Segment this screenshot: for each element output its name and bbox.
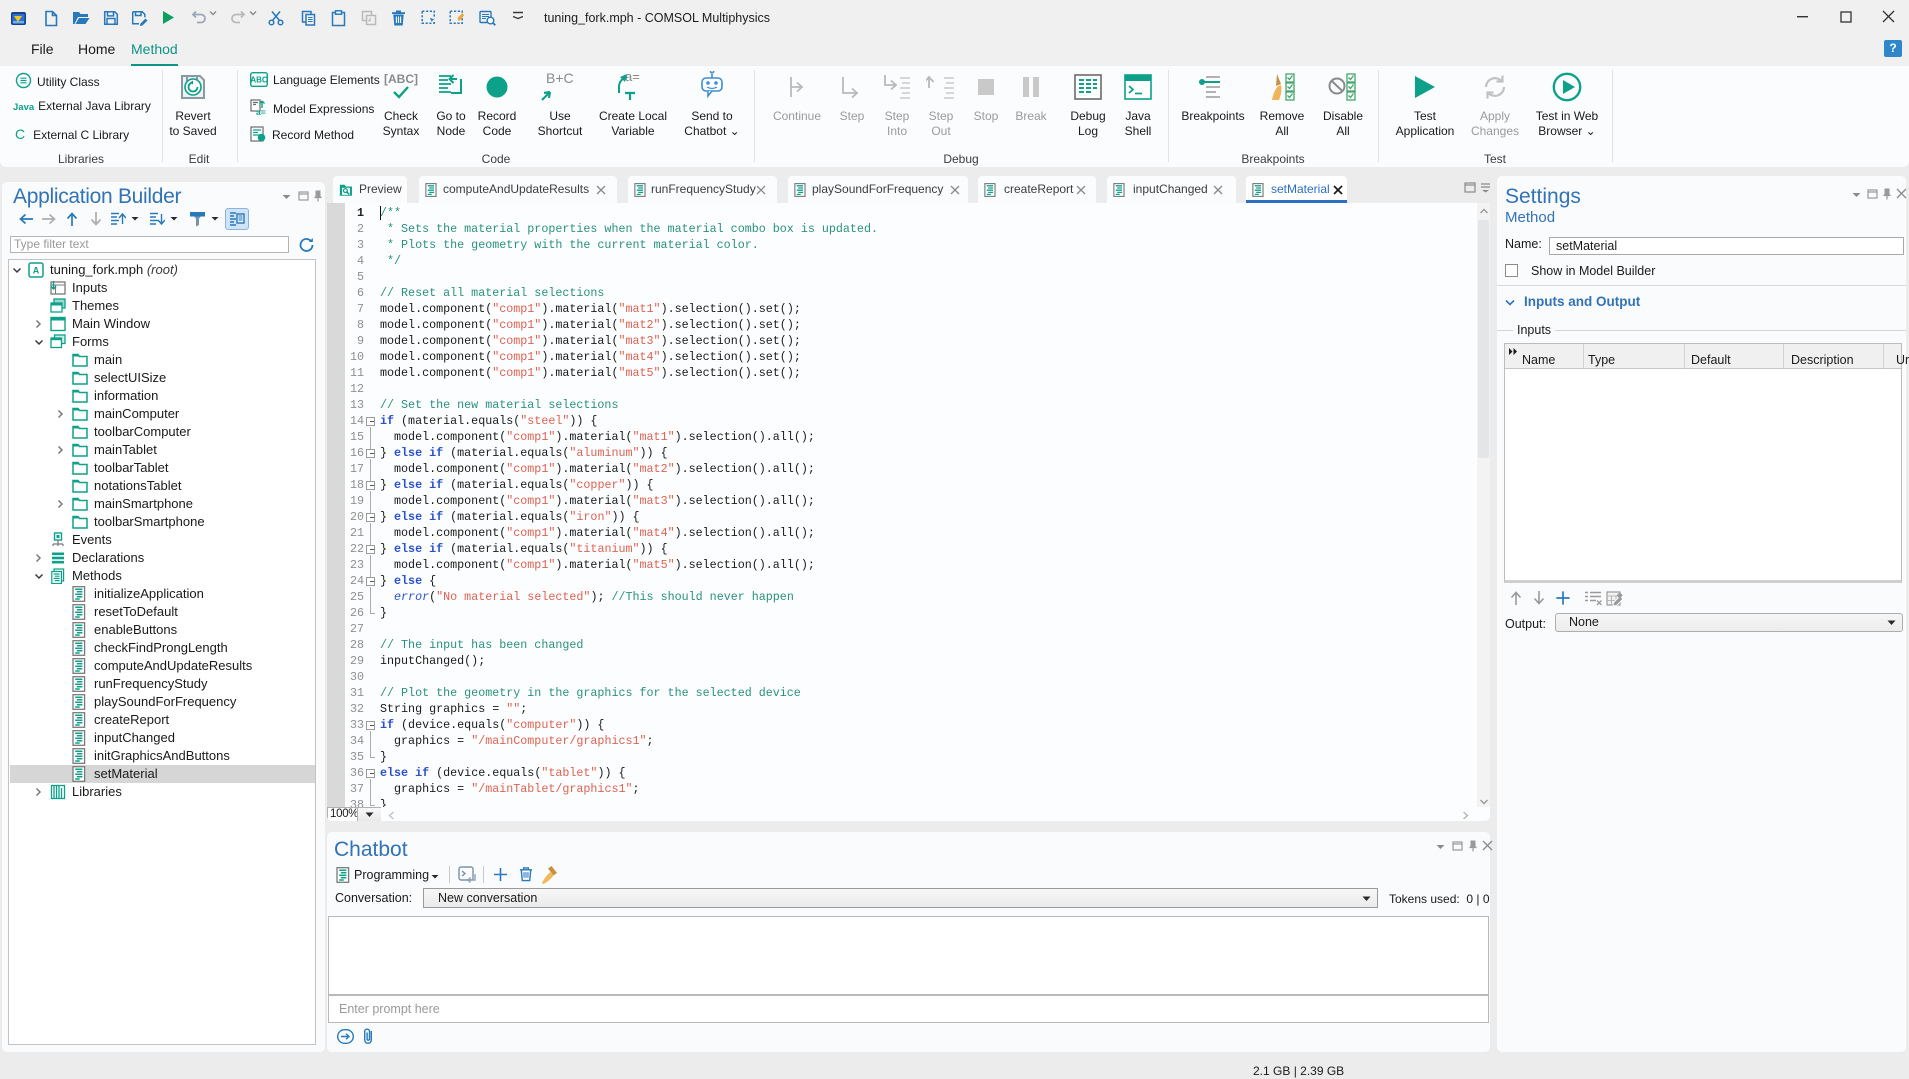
svg-text:a=: a= bbox=[256, 107, 266, 116]
svg-text:ABC: ABC bbox=[250, 76, 268, 85]
